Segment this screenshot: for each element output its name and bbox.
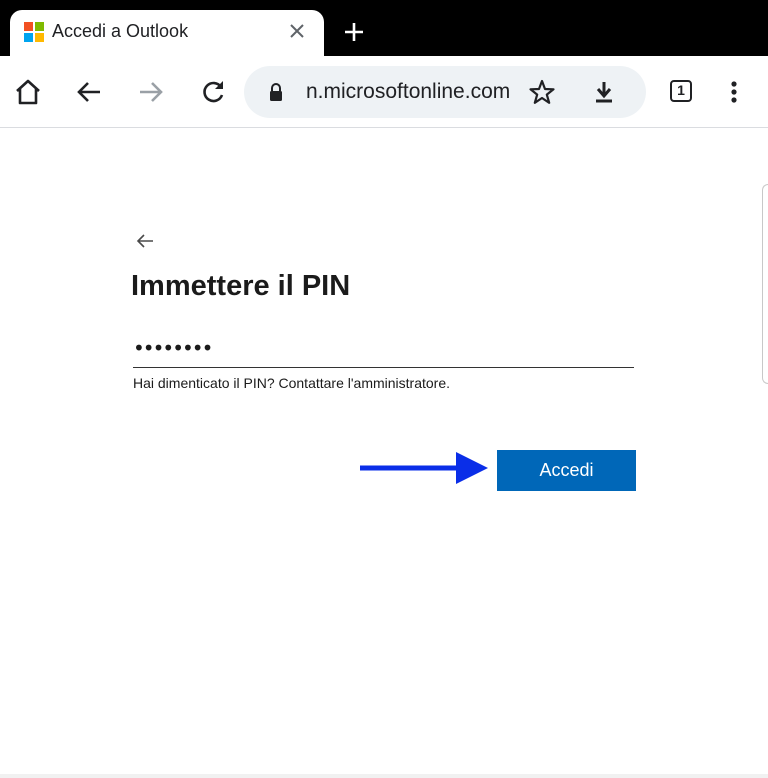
- plus-icon[interactable]: [340, 18, 368, 46]
- tab-switcher-icon[interactable]: 1: [670, 80, 692, 102]
- url-text[interactable]: n.microsoftonline.com: [306, 80, 510, 104]
- back-icon[interactable]: [73, 76, 105, 108]
- page-title: Immettere il PIN: [131, 270, 351, 302]
- download-icon[interactable]: [590, 78, 618, 106]
- signin-panel: Immettere il PIN Hai dimenticato il PIN?…: [0, 128, 768, 778]
- browser-toolbar: n.microsoftonline.com 1: [0, 56, 768, 128]
- lock-icon: [266, 82, 286, 102]
- back-arrow-icon[interactable]: [134, 228, 156, 254]
- microsoft-logo-icon: [24, 22, 44, 42]
- bottom-divider: [0, 774, 768, 778]
- reload-icon[interactable]: [197, 76, 229, 108]
- close-icon[interactable]: [286, 20, 308, 42]
- address-bar[interactable]: n.microsoftonline.com: [244, 66, 646, 118]
- annotation-arrow-icon: [358, 450, 490, 488]
- star-icon[interactable]: [528, 78, 556, 106]
- pin-input[interactable]: [133, 328, 634, 368]
- more-menu-icon[interactable]: [722, 76, 746, 108]
- forward-icon[interactable]: [135, 76, 167, 108]
- browser-tab-strip: Accedi a Outlook: [0, 0, 768, 56]
- forgot-pin-text: Hai dimenticato il PIN? Contattare l'amm…: [133, 375, 451, 391]
- home-icon[interactable]: [12, 76, 44, 108]
- browser-tab[interactable]: Accedi a Outlook: [10, 10, 324, 56]
- signin-button[interactable]: Accedi: [497, 450, 636, 491]
- tab-title: Accedi a Outlook: [52, 21, 189, 41]
